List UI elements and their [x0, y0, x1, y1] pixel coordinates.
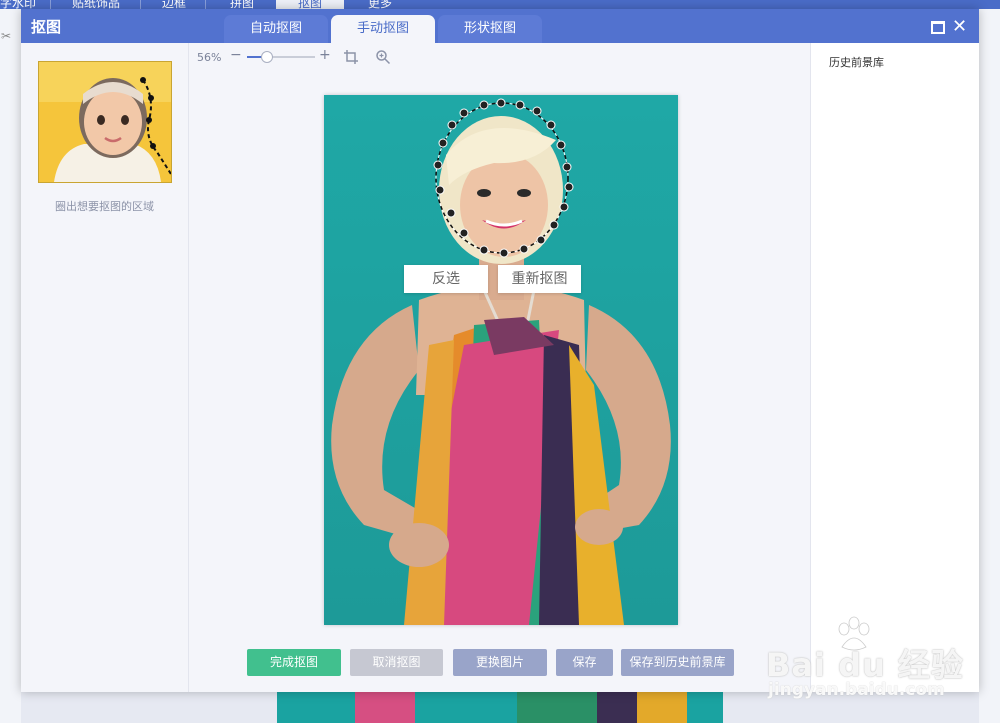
tab-auto-cutout[interactable]: 自动抠图 — [224, 15, 328, 43]
bg-tab-more[interactable]: 更多 — [368, 0, 392, 9]
save-to-history-button[interactable]: 保存到历史前景库 — [621, 649, 734, 676]
background-panel-left: ✂ — [0, 9, 21, 723]
background-panel-right — [979, 9, 1000, 723]
finish-cutout-button[interactable]: 完成抠图 — [247, 649, 341, 676]
photo-fragment — [517, 692, 597, 723]
maximize-button[interactable] — [928, 17, 946, 35]
photo-fragment — [637, 692, 687, 723]
editing-canvas[interactable] — [324, 95, 678, 625]
close-icon: ✕ — [952, 16, 968, 37]
photo-fragment — [355, 692, 415, 723]
zoom-slider-handle[interactable] — [261, 51, 274, 63]
crop-icon — [344, 50, 358, 64]
dialog-title: 抠图 — [31, 18, 62, 36]
redo-cutout-button[interactable]: 重新抠图 — [498, 265, 581, 293]
bg-tab-stickers[interactable]: 贴纸饰品 — [72, 0, 120, 9]
close-button[interactable]: ✕ — [952, 16, 970, 37]
background-photo-strip — [277, 692, 723, 723]
guide-caption: 圈出想要抠图的区域 — [55, 200, 154, 213]
zoom-fit-button[interactable] — [375, 49, 391, 65]
zoom-in-button[interactable]: + — [319, 47, 331, 63]
bg-tab-cutout[interactable]: 抠图 — [276, 0, 345, 9]
cutout-dialog: 抠图 自动抠图 手动抠图 形状抠图 ✕ 圈出想要抠图的区域 56% − + 反选… — [21, 9, 979, 692]
baidu-watermark: Bai du 经验 jingyan.baidu.com — [766, 615, 976, 710]
magnifier-icon — [376, 50, 391, 65]
zoom-out-button[interactable]: − — [230, 47, 242, 63]
bg-tab-separator — [205, 0, 206, 9]
bg-tab-watermark[interactable]: 字水印 — [0, 0, 36, 9]
replace-image-button[interactable]: 更换图片 — [453, 649, 547, 676]
guide-example-image — [38, 61, 172, 183]
tab-manual-cutout[interactable]: 手动抠图 — [331, 15, 435, 43]
cancel-cutout-button[interactable]: 取消抠图 — [350, 649, 443, 676]
model-photo — [324, 95, 678, 625]
zoom-percent-label: 56% — [197, 51, 222, 64]
dialog-title-bar[interactable]: 抠图 自动抠图 手动抠图 形状抠图 ✕ — [21, 9, 979, 43]
guide-panel: 圈出想要抠图的区域 — [21, 43, 189, 692]
bg-tab-separator — [50, 0, 51, 9]
history-panel-title: 历史前景库 — [829, 56, 884, 69]
invert-selection-button[interactable]: 反选 — [404, 265, 488, 293]
background-tab-bar: 字水印 贴纸饰品 边框 拼图 抠图 更多 — [0, 0, 1000, 9]
baby-photo — [39, 62, 171, 182]
save-button[interactable]: 保存 — [556, 649, 613, 676]
bg-tab-collage[interactable]: 拼图 — [230, 0, 254, 9]
scissors-icon: ✂ — [1, 29, 12, 43]
bg-tab-border[interactable]: 边框 — [162, 0, 186, 9]
bg-tab-separator — [140, 0, 141, 9]
history-foreground-panel: 历史前景库 — [810, 43, 979, 692]
zoom-slider[interactable] — [247, 51, 315, 63]
watermark-url: jingyan.baidu.com — [768, 680, 945, 700]
maximize-icon — [931, 21, 945, 34]
crop-button[interactable] — [343, 49, 359, 65]
photo-fragment — [597, 692, 637, 723]
tab-shape-cutout[interactable]: 形状抠图 — [438, 15, 542, 43]
